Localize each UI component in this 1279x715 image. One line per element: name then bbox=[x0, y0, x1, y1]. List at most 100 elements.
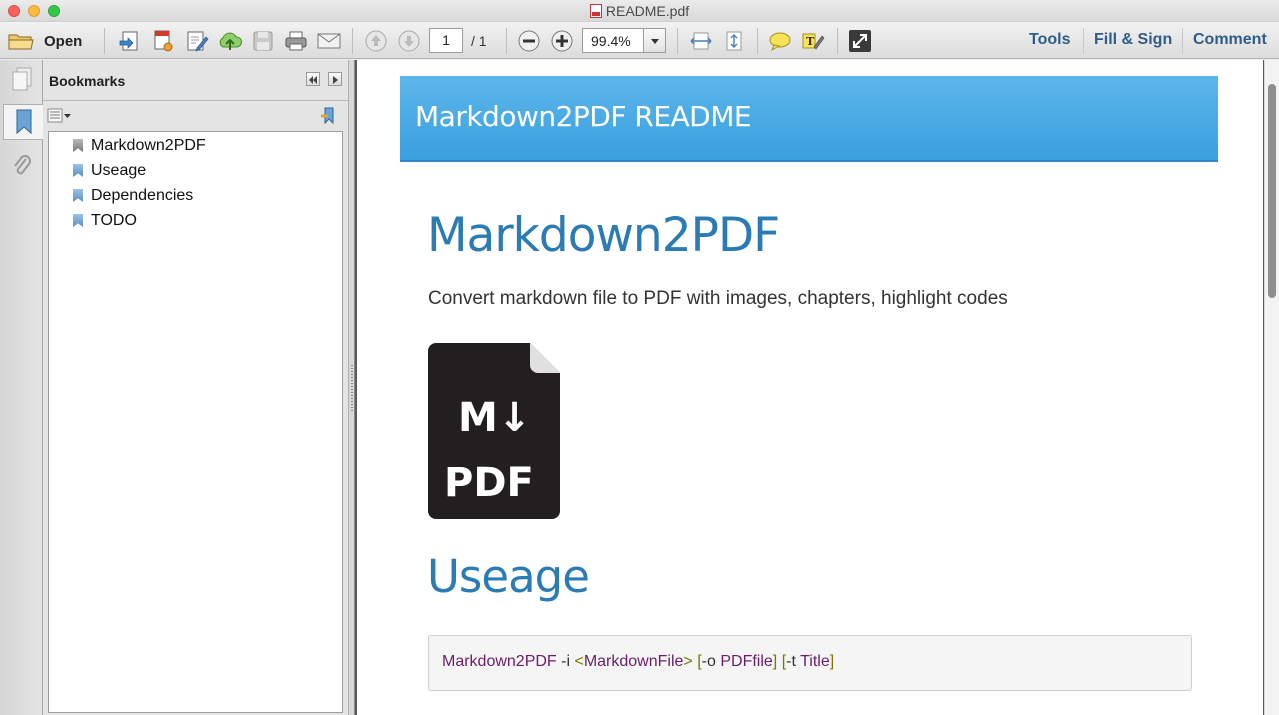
double-chevron-left-icon bbox=[309, 76, 317, 84]
logo-pdf-text: PDF bbox=[444, 460, 534, 506]
zoom-select[interactable]: 99.4% bbox=[582, 28, 666, 53]
previous-page-button[interactable] bbox=[363, 28, 389, 54]
navigation-rail bbox=[0, 60, 44, 715]
open-button[interactable]: Open bbox=[8, 29, 82, 53]
print-button[interactable] bbox=[283, 28, 309, 54]
toolbar-divider bbox=[677, 28, 678, 54]
envelope-icon bbox=[317, 33, 341, 49]
options-list-icon bbox=[47, 108, 71, 123]
toolbar-divider bbox=[104, 28, 105, 54]
logo-md-text: M↓ bbox=[458, 395, 531, 441]
page-number-input[interactable]: 1 bbox=[429, 28, 463, 53]
cloud-upload-icon bbox=[219, 32, 243, 50]
code-arg: MarkdownFile bbox=[583, 653, 684, 670]
fill-sign-button[interactable]: Fill & Sign bbox=[1094, 31, 1172, 49]
bookmarks-tab-button[interactable] bbox=[3, 104, 44, 140]
pdf-export-icon bbox=[154, 30, 173, 52]
bookmark-item[interactable]: TODO bbox=[73, 210, 137, 232]
description-text: Convert markdown file to PDF with images… bbox=[428, 288, 1008, 309]
edit-icon bbox=[187, 31, 209, 52]
scrollbar-thumb[interactable] bbox=[1268, 84, 1276, 298]
code-token: < bbox=[574, 653, 584, 670]
upload-button[interactable] bbox=[217, 28, 243, 54]
bookmarks-title: Bookmarks bbox=[49, 73, 126, 89]
bookmark-icon bbox=[73, 139, 83, 153]
create-pdf-button[interactable] bbox=[117, 28, 143, 54]
bookmarks-header: Bookmarks bbox=[43, 60, 348, 101]
svg-text:T: T bbox=[806, 35, 815, 48]
sticky-note-button[interactable] bbox=[767, 28, 793, 54]
save-button[interactable] bbox=[250, 28, 276, 54]
banner-title: Markdown2PDF README bbox=[415, 100, 752, 133]
splitter-grip[interactable] bbox=[351, 365, 353, 413]
options-button[interactable] bbox=[47, 108, 73, 124]
bookmark-item[interactable]: Useage bbox=[73, 160, 146, 182]
bookmarks-subtoolbar bbox=[43, 102, 348, 130]
bookmarks-panel: Bookmarks Markdown2PDF Useage Dependenci… bbox=[43, 60, 348, 715]
tools-button[interactable]: Tools bbox=[1029, 31, 1070, 49]
chevron-down-icon[interactable] bbox=[643, 29, 665, 52]
toolbar-divider bbox=[757, 28, 758, 54]
zoom-out-button[interactable] bbox=[516, 28, 542, 54]
next-page-button[interactable] bbox=[396, 28, 422, 54]
heading-markdown2pdf: Markdown2PDF bbox=[427, 208, 780, 263]
pages-icon bbox=[12, 67, 32, 91]
new-bookmark-button[interactable] bbox=[319, 107, 339, 125]
bookmark-icon bbox=[73, 214, 83, 228]
code-arg: PDFfile bbox=[720, 653, 773, 670]
bookmark-icon bbox=[73, 189, 83, 203]
fit-page-button[interactable] bbox=[721, 28, 747, 54]
highlight-text-button[interactable]: T bbox=[800, 28, 826, 54]
fit-width-button[interactable] bbox=[688, 28, 714, 54]
toolbar-divider bbox=[837, 28, 838, 54]
code-block: Markdown2PDF -i <MarkdownFile> [-o PDFfi… bbox=[428, 635, 1192, 691]
bookmark-label: TODO bbox=[91, 212, 137, 229]
email-button[interactable] bbox=[316, 28, 342, 54]
minus-circle-icon bbox=[518, 30, 540, 52]
attachments-button[interactable] bbox=[4, 148, 40, 184]
code-token: ] bbox=[829, 653, 835, 670]
title-bar: README.pdf bbox=[0, 0, 1279, 22]
toolbar-divider bbox=[1083, 28, 1084, 54]
comment-button[interactable]: Comment bbox=[1193, 31, 1267, 49]
heading-useage: Useage bbox=[427, 550, 590, 603]
bookmark-label: Useage bbox=[91, 162, 147, 179]
panel-menu-button[interactable] bbox=[328, 72, 342, 86]
highlighter-icon: T bbox=[802, 33, 825, 50]
markdown-pdf-logo: M↓ PDF bbox=[428, 343, 560, 519]
code-command: Markdown2PDF bbox=[442, 653, 557, 670]
code-arg: Title bbox=[800, 653, 830, 670]
bookmarks-tree: Markdown2PDF Useage Dependencies TODO bbox=[48, 131, 343, 713]
printer-icon bbox=[285, 31, 307, 51]
open-label: Open bbox=[44, 32, 83, 50]
panel-splitter[interactable] bbox=[348, 60, 355, 715]
toolbar: Open 1 / 1 99.4% T Tools Fill & Sign Com… bbox=[0, 22, 1279, 59]
new-bookmark-icon bbox=[321, 107, 334, 125]
readme-banner: Markdown2PDF README bbox=[400, 76, 1218, 162]
pdf-file-icon bbox=[589, 4, 602, 18]
bookmark-item[interactable]: Dependencies bbox=[73, 185, 193, 207]
chevron-right-icon bbox=[333, 76, 338, 84]
fit-page-icon bbox=[726, 31, 742, 51]
code-flag: -i bbox=[556, 653, 575, 670]
bookmark-item[interactable]: Markdown2PDF bbox=[73, 135, 206, 157]
bookmark-label: Dependencies bbox=[91, 187, 194, 204]
vertical-scrollbar[interactable] bbox=[1264, 60, 1279, 715]
edit-pdf-button[interactable] bbox=[184, 28, 210, 54]
arrow-up-circle-icon bbox=[365, 30, 387, 52]
export-pdf-button[interactable] bbox=[150, 28, 176, 54]
bookmark-icon bbox=[73, 164, 83, 178]
bookmark-icon bbox=[16, 109, 32, 135]
plus-circle-icon bbox=[551, 30, 573, 52]
window-title-text: README.pdf bbox=[605, 3, 690, 19]
window-title: README.pdf bbox=[0, 3, 1279, 19]
document-viewport: Markdown2PDF README Markdown2PDF Convert… bbox=[355, 60, 1279, 715]
page-total: / 1 bbox=[471, 33, 487, 49]
page-thumbnails-button[interactable] bbox=[4, 62, 40, 98]
collapse-panel-button[interactable] bbox=[306, 72, 320, 86]
zoom-in-button[interactable] bbox=[549, 28, 575, 54]
zoom-value: 99.4% bbox=[591, 33, 631, 49]
full-screen-button[interactable] bbox=[847, 28, 873, 54]
speech-bubble-icon bbox=[769, 32, 791, 52]
toolbar-divider bbox=[506, 28, 507, 54]
